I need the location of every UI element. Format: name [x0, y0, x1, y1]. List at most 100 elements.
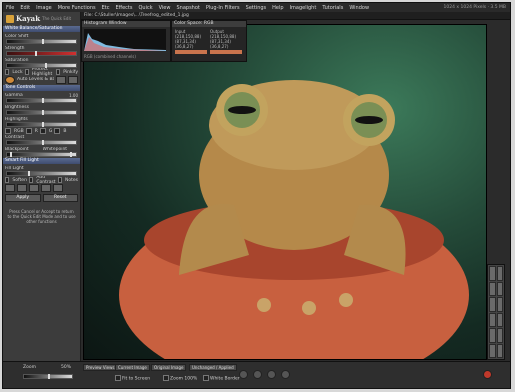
fit-to-screen-label: Fit to Screen: [122, 376, 151, 382]
white-border-checkbox[interactable]: [203, 375, 209, 381]
pinkify-checkbox[interactable]: [55, 69, 61, 75]
menu-help[interactable]: Help: [269, 5, 286, 11]
rgb-label: RGB: [14, 128, 24, 134]
slider-knob[interactable]: [44, 63, 47, 68]
undo-icon[interactable]: [5, 184, 15, 192]
menu-image[interactable]: Image: [33, 5, 55, 11]
tool-icon[interactable]: [496, 312, 503, 327]
tool-icon[interactable]: [489, 343, 496, 358]
b-label: B: [63, 128, 67, 134]
tool-icon[interactable]: [496, 297, 503, 312]
menu-plugin-filters[interactable]: Plug-In Filters: [203, 5, 243, 11]
gamma-slider[interactable]: [6, 98, 77, 103]
slider-knob[interactable]: [34, 51, 37, 56]
file-path-bar: File: C:\Stuller\Images\...\Treefrog_edi…: [81, 12, 510, 20]
preset-icon[interactable]: [56, 75, 66, 84]
soften-checkbox[interactable]: [5, 177, 10, 183]
slider-knob[interactable]: [41, 122, 44, 127]
tab-original-image[interactable]: Original Image: [151, 364, 187, 371]
view-mode-icon[interactable]: [253, 370, 262, 379]
menu-effects[interactable]: Effects: [112, 5, 135, 11]
app-logo: Kayak The Quick Edit: [3, 12, 80, 25]
white-border-option[interactable]: White Border: [203, 375, 240, 382]
tool-icon[interactable]: [496, 328, 503, 343]
app-subtitle: The Quick Edit: [42, 16, 72, 21]
tool-icon[interactable]: [489, 266, 496, 281]
menu-tutorials[interactable]: Tutorials: [319, 5, 346, 11]
slider-knob[interactable]: [27, 171, 30, 176]
panel-smart-fill-header[interactable]: Smart Fill Light: [3, 158, 80, 164]
lock-checkbox[interactable]: [5, 69, 10, 75]
panel-white-balance-header[interactable]: White Balance/Saturation: [3, 26, 80, 32]
histogram-window[interactable]: Histogram Window RGB (combined channels): [81, 20, 171, 62]
slider-knob[interactable]: [41, 98, 44, 103]
image-canvas[interactable]: [83, 24, 487, 360]
tool-icon[interactable]: [496, 266, 503, 281]
frog-photo: [119, 80, 469, 359]
zoom-100-checkbox[interactable]: [163, 375, 169, 381]
menu-imagelight[interactable]: Imagelight: [287, 5, 320, 11]
panel-tone-controls-header[interactable]: Tone Controls: [3, 85, 80, 91]
saturation-slider[interactable]: [6, 63, 77, 68]
zoom-slider[interactable]: [23, 374, 73, 379]
menu-more-functions[interactable]: More Functions: [55, 5, 99, 11]
pinkify-label: Pinkify: [63, 69, 78, 75]
apply-button[interactable]: Apply: [5, 194, 41, 202]
menu-etc[interactable]: Etc: [99, 5, 113, 11]
g-radio[interactable]: [39, 128, 46, 134]
blackpoint-slider[interactable]: [6, 152, 77, 157]
r-radio[interactable]: [25, 128, 32, 134]
slider-knob[interactable]: [48, 374, 50, 379]
save-icon[interactable]: [41, 184, 51, 192]
tool-icon[interactable]: [489, 328, 496, 343]
view-mode-icon[interactable]: [239, 370, 248, 379]
slider-knob[interactable]: [41, 110, 44, 115]
fit-to-screen-checkbox[interactable]: [115, 375, 121, 381]
print-icon[interactable]: [53, 184, 63, 192]
preset-icon[interactable]: [68, 75, 78, 84]
zoom-100-option[interactable]: Zoom 100%: [163, 375, 197, 382]
highlights-slider[interactable]: [6, 122, 77, 127]
slider-knob[interactable]: [70, 152, 73, 157]
tab-preview-views[interactable]: Preview Views: [83, 364, 118, 371]
rgb-radio[interactable]: [5, 128, 11, 134]
tool-icon[interactable]: [489, 312, 496, 327]
b-radio[interactable]: [54, 128, 61, 134]
view-mode-icon[interactable]: [267, 370, 276, 379]
slider-knob[interactable]: [41, 140, 44, 145]
protect-highlight-checkbox[interactable]: [24, 69, 29, 75]
menu-settings[interactable]: Settings: [243, 5, 270, 11]
color-space-window[interactable]: Color Space: RGB Input (218,150,88) (87,…: [171, 20, 247, 62]
view-mode-icon[interactable]: [281, 370, 290, 379]
tool-icon[interactable]: [496, 281, 503, 296]
compare-icon[interactable]: [29, 184, 39, 192]
menu-quick[interactable]: Quick: [135, 5, 155, 11]
tool-icon[interactable]: [496, 343, 503, 358]
color-shift-slider[interactable]: [6, 39, 77, 44]
slider-knob[interactable]: [10, 152, 13, 157]
contrast-slider[interactable]: [6, 140, 77, 145]
menu-view[interactable]: View: [156, 5, 174, 11]
menu-file[interactable]: File: [3, 5, 17, 11]
tool-icon[interactable]: [489, 281, 496, 296]
notes-checkbox[interactable]: [57, 177, 62, 183]
auto-levels-label: Auto Levels & Balance: [17, 77, 54, 82]
fit-to-screen-option[interactable]: Fit to Screen: [115, 375, 150, 382]
action-icons: [3, 183, 80, 193]
menu-snapshot[interactable]: Snapshot: [173, 5, 202, 11]
tab-current-image[interactable]: Current Image: [115, 364, 150, 371]
auto-levels-icon[interactable]: [5, 75, 15, 84]
fill-light-label: Fill Light: [5, 165, 24, 171]
slider-knob[interactable]: [41, 39, 44, 44]
add-contrast-checkbox[interactable]: [28, 177, 34, 183]
reset-button[interactable]: Reset: [42, 194, 78, 202]
brightness-slider[interactable]: [6, 110, 77, 115]
redo-icon[interactable]: [17, 184, 27, 192]
tool-icon[interactable]: [489, 297, 496, 312]
menu-edit[interactable]: Edit: [17, 5, 33, 11]
fill-light-slider[interactable]: [6, 171, 77, 176]
close-icon[interactable]: [483, 370, 492, 379]
strength-slider[interactable]: [6, 51, 77, 56]
menu-window[interactable]: Window: [346, 5, 372, 11]
tab-unchanged-applied[interactable]: Unchanged / Applied: [189, 364, 237, 371]
